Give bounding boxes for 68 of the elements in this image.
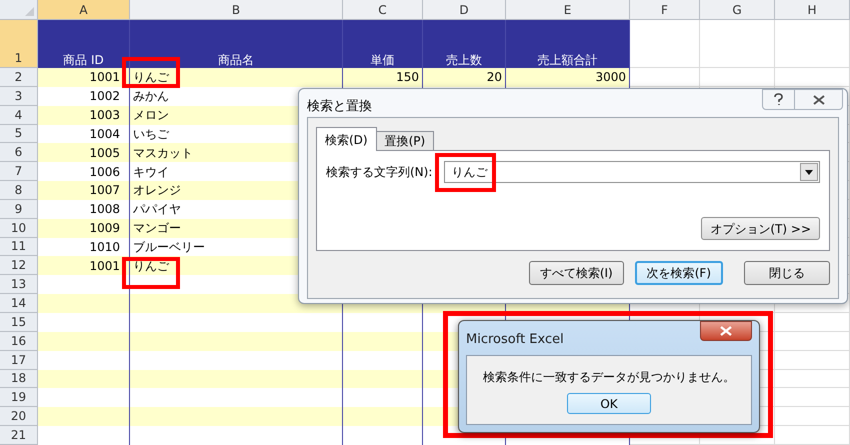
- header-cell: 売上数: [423, 20, 506, 68]
- dialog-button[interactable]: 閉じる: [744, 261, 830, 285]
- table-cell: 20: [423, 68, 506, 87]
- dialog-button[interactable]: すべて検索(I): [528, 261, 624, 285]
- dialog-title: Microsoft Excel: [466, 331, 564, 349]
- help-button[interactable]: [762, 89, 795, 110]
- dialog-tab[interactable]: 置換(P): [376, 131, 434, 151]
- close-button[interactable]: [700, 321, 752, 341]
- table-cell: 3000: [506, 68, 630, 87]
- table-cell: 1001: [38, 256, 130, 276]
- column-header[interactable]: A: [38, 0, 130, 20]
- table-cell: 1003: [38, 106, 130, 125]
- ok-button[interactable]: OK: [567, 393, 651, 414]
- row-number[interactable]: 21: [0, 426, 38, 445]
- highlight-box: [122, 57, 180, 88]
- column-header[interactable]: H: [775, 0, 850, 20]
- table-cell: りんご: [130, 68, 343, 87]
- help-icon: [774, 93, 783, 106]
- row-number[interactable]: 8: [0, 181, 38, 200]
- close-button[interactable]: [795, 89, 843, 110]
- row-number[interactable]: 17: [0, 350, 38, 370]
- caret-icon: [805, 170, 813, 174]
- column-header[interactable]: E: [506, 0, 630, 20]
- table-cell: 1005: [38, 143, 130, 162]
- dialog-button[interactable]: 次を検索(F): [634, 261, 723, 285]
- column-header[interactable]: D: [423, 0, 506, 20]
- row-number[interactable]: 15: [0, 312, 38, 332]
- header-cell: 単価: [343, 20, 423, 68]
- search-combobox[interactable]: りんご: [444, 161, 820, 183]
- row-number[interactable]: 2: [0, 68, 38, 87]
- row-number[interactable]: 14: [0, 294, 38, 313]
- header-cell: 売上額合計: [506, 20, 630, 68]
- close-icon: [720, 326, 732, 336]
- table-cell: 1010: [38, 238, 130, 256]
- row-number[interactable]: 19: [0, 388, 38, 408]
- row-number[interactable]: 5: [0, 124, 38, 144]
- column-header[interactable]: B: [130, 0, 343, 20]
- row-number[interactable]: 11: [0, 238, 38, 256]
- table-cell: 1004: [38, 124, 130, 144]
- row-number[interactable]: 13: [0, 275, 38, 294]
- row-number[interactable]: 10: [0, 218, 38, 238]
- dropdown-button[interactable]: [800, 163, 818, 181]
- column-header[interactable]: C: [343, 0, 423, 20]
- column-header[interactable]: F: [630, 0, 700, 20]
- row-number[interactable]: 3: [0, 86, 38, 106]
- close-icon: [812, 94, 824, 104]
- dialog-tab[interactable]: 検索(D): [316, 127, 377, 151]
- row-number[interactable]: 16: [0, 332, 38, 351]
- row-number[interactable]: 12: [0, 256, 38, 276]
- row-number[interactable]: 18: [0, 370, 38, 388]
- row-number[interactable]: 7: [0, 162, 38, 182]
- column-header[interactable]: G: [700, 0, 775, 20]
- highlight-box: [122, 257, 180, 289]
- row-number[interactable]: 20: [0, 407, 38, 426]
- row-number[interactable]: 9: [0, 200, 38, 219]
- table-cell: 150: [343, 68, 423, 87]
- header-cell: 商品 ID: [38, 20, 130, 68]
- table-cell: 1007: [38, 181, 130, 200]
- table-cell: [630, 20, 700, 68]
- row-number[interactable]: 6: [0, 143, 38, 162]
- table-cell: 1001: [38, 68, 130, 87]
- row-number[interactable]: 4: [0, 106, 38, 125]
- header-cell: 商品名: [130, 20, 343, 68]
- message-text: 検索条件に一致するデータが見つかりません。: [483, 369, 735, 386]
- options-button[interactable]: オプション(T) >>: [701, 217, 820, 240]
- highlight-box: [435, 153, 496, 192]
- row-number[interactable]: 1: [0, 20, 38, 68]
- table-cell: 1009: [38, 218, 130, 238]
